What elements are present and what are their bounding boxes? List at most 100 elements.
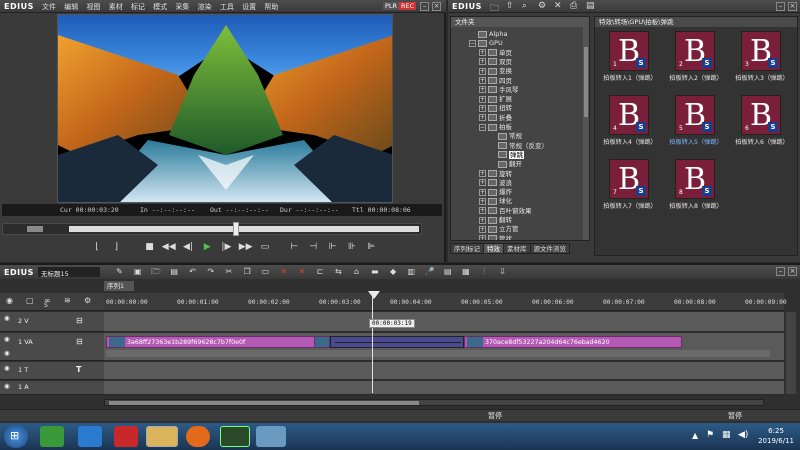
track-a-eye-icon[interactable]: ◉ (4, 382, 10, 390)
playhead-marker[interactable] (368, 291, 380, 299)
timeline-close-button[interactable]: × (788, 267, 797, 276)
bin-minimize-button[interactable]: – (776, 2, 785, 11)
tab-effects[interactable]: 特效 (483, 243, 504, 254)
output-icon[interactable]: ⊫ (364, 240, 378, 254)
mode-icon[interactable]: ✎ (114, 266, 125, 277)
effect-thumbnail[interactable]: B S 8 拍板转入8（弹跳） (665, 159, 727, 221)
delete-clip-icon[interactable]: ✕ (278, 266, 289, 277)
track-header-va1[interactable]: ◉ 1 VA ⊟ ◉ (0, 333, 104, 361)
export-icon[interactable]: ⇩ (497, 266, 508, 277)
tab-sequence-markers[interactable]: 序列标记 (450, 243, 484, 254)
menu-view[interactable]: 视图 (86, 3, 100, 11)
minimize-button[interactable]: – (420, 2, 429, 11)
delete-icon[interactable]: ✕ (554, 1, 562, 11)
set-out-icon[interactable]: ⌋ (109, 240, 123, 254)
track-v2[interactable] (104, 312, 784, 332)
expand-icon[interactable]: + (479, 49, 486, 57)
play-button[interactable]: ▶ (200, 240, 214, 254)
loop-button[interactable]: ▭ (258, 240, 272, 254)
menu-edit[interactable]: 编辑 (64, 3, 78, 11)
overwrite-icon[interactable]: ⊣ (306, 240, 320, 254)
step-forward-button[interactable]: |▶ (219, 240, 233, 254)
expand-icon[interactable]: + (479, 235, 486, 240)
effect-thumbnail[interactable]: B S 5 拍板转入5（弹跳） (665, 95, 727, 157)
collapse-icon[interactable]: − (469, 39, 476, 47)
taskbar-app-qq-icon[interactable] (114, 426, 138, 447)
expand-icon[interactable]: + (479, 225, 486, 233)
expand-icon[interactable]: + (479, 77, 486, 84)
transition-clip[interactable] (330, 336, 464, 348)
tree-item[interactable]: + 管状 (479, 234, 512, 240)
timeline-minimize-button[interactable]: – (776, 267, 785, 276)
bin-close-button[interactable]: × (788, 2, 797, 11)
levels-icon[interactable]: ⫶ (479, 266, 490, 277)
effect-thumbnail[interactable]: B S 2 拍板转入2（弹跳） (665, 31, 727, 93)
sync-lock-icon[interactable]: ⇆ (333, 266, 344, 277)
eye-icon[interactable]: ◉ (6, 296, 13, 305)
effect-thumbnail[interactable]: B S 4 拍板转入4（弹跳） (599, 95, 661, 157)
expand-icon[interactable]: + (479, 114, 486, 122)
effect-thumbnail[interactable]: B S 6 拍板转入6（弹跳） (731, 95, 793, 157)
new-sequence-icon[interactable]: ▣ (132, 266, 143, 277)
expand-icon[interactable]: + (479, 67, 486, 75)
tab-clip-library[interactable]: 素材库 (503, 243, 531, 254)
expand-icon[interactable]: + (479, 179, 486, 187)
search-icon[interactable]: ⌕ (522, 1, 527, 11)
snap-icon[interactable]: ▬ (369, 266, 380, 277)
track-va1[interactable]: 3a68ff27363e1b289f69628c7b7f0e0f 370ace8… (104, 333, 784, 361)
effect-thumbnail[interactable]: B S 7 拍板转入7（弹跳） (599, 159, 661, 221)
timeline-ruler[interactable]: 00:00:00:00 00:00:01:00 00:00:02:00 00:00:0… (104, 291, 787, 311)
stop-button[interactable]: ■ (142, 240, 156, 254)
audio-icon[interactable]: 🎤 (424, 266, 435, 277)
render-icon[interactable]: ▤ (442, 266, 453, 277)
properties-icon[interactable]: ⎙ (570, 1, 577, 11)
expand-icon[interactable]: + (479, 197, 486, 205)
expand-icon[interactable]: + (479, 188, 486, 196)
track-t1[interactable] (104, 362, 784, 380)
save-icon[interactable]: ▤ (169, 266, 180, 277)
tray-flag-icon[interactable]: ⚑ (706, 430, 714, 440)
tray-clock[interactable]: 6:25 2019/6/11 (758, 426, 794, 446)
clip-1[interactable]: 3a68ff27363e1b289f69628c7b7f0e0f (106, 336, 328, 348)
copy-icon[interactable]: ❐ (242, 266, 253, 277)
track-settings-icon[interactable]: ⚙ (84, 296, 91, 305)
track-t-eye-icon[interactable]: ◉ (4, 364, 10, 372)
tree-scroll-thumb[interactable] (584, 47, 588, 117)
menu-marker[interactable]: 标记 (131, 3, 145, 11)
track-audio-icon[interactable]: ◉ (4, 349, 10, 357)
mixer-icon[interactable]: ▥ (406, 266, 417, 277)
replace-icon[interactable]: ⊪ (345, 240, 359, 254)
tray-network-icon[interactable]: ▦ (722, 430, 731, 440)
tab-sequence-1[interactable]: 序列1 (104, 281, 134, 291)
track-header-a1[interactable]: ◉ 1 A (0, 381, 104, 395)
scrub-knob[interactable] (233, 222, 239, 236)
expand-icon[interactable]: + (479, 58, 486, 66)
insert-icon[interactable]: ⊢ (287, 240, 301, 254)
tray-arrow-icon[interactable]: ▲ (692, 431, 698, 440)
taskbar-app-edius-icon[interactable] (220, 426, 250, 447)
ripple-delete-icon[interactable]: ✕ (296, 266, 307, 277)
track-va-eye-icon[interactable]: ◉ (4, 335, 10, 343)
up-folder-icon[interactable]: ⇧ (506, 1, 514, 11)
track-eye-icon[interactable]: ◉ (4, 314, 10, 322)
grid-icon[interactable]: ▦ (460, 266, 471, 277)
fast-forward-button[interactable]: ▶▶ (239, 240, 253, 254)
taskbar-app-window-icon[interactable] (256, 426, 286, 447)
taskbar-app-explorer-icon[interactable] (146, 426, 178, 447)
timeline-h-scroll-thumb[interactable] (109, 401, 419, 405)
effect-thumbnail[interactable]: B S 1 拍板转入1（弹跳） (599, 31, 661, 93)
link-icon[interactable]: ⌂ (351, 266, 362, 277)
rewind-button[interactable]: ◀◀ (162, 240, 176, 254)
expand-icon[interactable]: + (479, 170, 486, 177)
expand-icon[interactable]: + (479, 86, 486, 94)
match-frame-icon[interactable]: ⊩ (326, 240, 340, 254)
folder-icon[interactable]: 🗀 (490, 1, 499, 17)
taskbar-app-ie-icon[interactable] (78, 426, 102, 447)
shuttle-slider[interactable] (27, 226, 43, 232)
timeline-h-scrollbar[interactable] (104, 399, 764, 406)
taskbar-app-refresh-icon[interactable] (40, 426, 64, 447)
view-mode-icon[interactable]: ▤ (586, 1, 595, 11)
playback-scrubber[interactable] (2, 222, 422, 236)
waveform-icon[interactable]: ≋ (64, 296, 71, 305)
expand-icon[interactable]: + (479, 207, 486, 215)
